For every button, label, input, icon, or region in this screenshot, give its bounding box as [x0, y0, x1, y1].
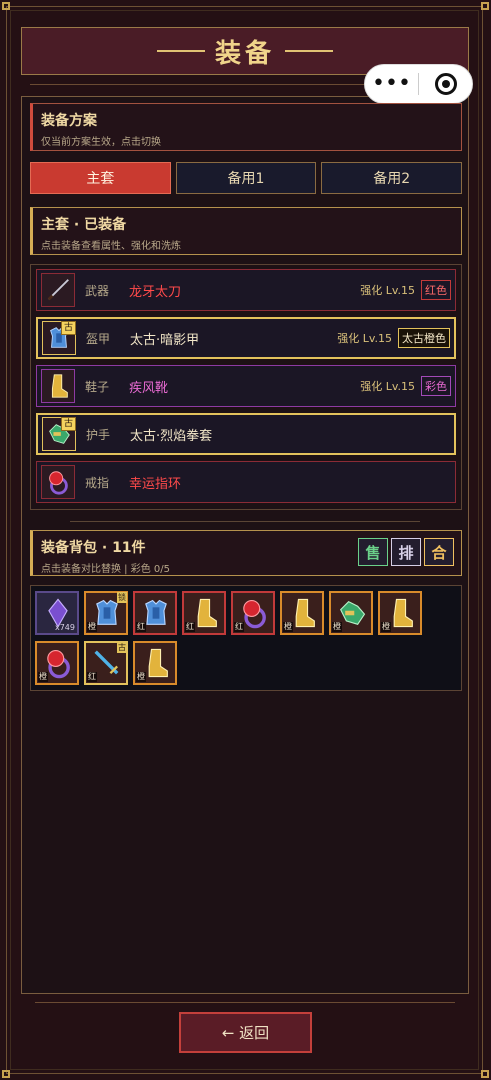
ellipsis-icon[interactable]: •••	[365, 73, 418, 95]
corner-ornament	[481, 2, 489, 10]
scheme-subtitle: 仅当前方案生效，点击切换	[41, 137, 161, 148]
tab-main-set[interactable]: 主套	[30, 162, 171, 194]
equip-row-4[interactable]: 戒指 幸运指环	[36, 461, 456, 503]
bag-item-6[interactable]: 橙	[329, 591, 373, 635]
tab-backup-1[interactable]: 备用1	[175, 162, 317, 194]
quality-label: 橙	[136, 672, 146, 682]
section-divider	[70, 521, 420, 522]
bag-item-2[interactable]: 红	[133, 591, 177, 635]
equipped-list: 武器 龙牙太刀 强化 Lv.15 红色古盔甲 太古·暗影甲 强化 Lv.15 太古橙色 鞋子疾…	[30, 264, 462, 510]
quality-label: 红	[234, 622, 244, 632]
ancient-badge: 古	[117, 642, 127, 653]
page-title: 装备	[214, 38, 275, 69]
quality-tag: 彩色	[421, 376, 451, 396]
equip-row-3[interactable]: 古护手 太古·烈焰拳套	[36, 413, 456, 455]
bag-item-4[interactable]: 红	[231, 591, 275, 635]
quality-tag: 红色	[421, 280, 451, 300]
ancient-badge: 古	[60, 417, 76, 431]
quality-label: 红	[87, 672, 97, 682]
lock-badge: 锁	[117, 592, 127, 603]
target-circle-icon[interactable]	[419, 73, 472, 95]
bag-item-7[interactable]: 橙	[378, 591, 422, 635]
equip-row-1[interactable]: 古盔甲 太古·暗影甲 强化 Lv.15 太古橙色	[36, 317, 456, 359]
boots-icon	[41, 369, 75, 403]
item-count: x749	[54, 623, 75, 632]
tab-backup-2[interactable]: 备用2	[321, 162, 463, 194]
bag-item-5[interactable]: 橙	[280, 591, 324, 635]
quality-label: 红	[136, 622, 146, 632]
equipped-title: 主套 · 已装备	[41, 217, 127, 233]
back-button[interactable]: ← 返回	[179, 1012, 312, 1053]
target-ring	[434, 73, 457, 95]
equipped-section: 主套 · 已装备 点击装备查看属性、强化和洗炼	[30, 207, 462, 255]
enhance-level: 强化 Lv.15	[360, 380, 415, 393]
equipped-subtitle: 点击装备查看属性、强化和洗炼	[41, 241, 181, 252]
equip-slot-label: 戒指	[85, 475, 110, 490]
sword-icon	[41, 273, 75, 307]
equip-name: 太古·烈焰拳套	[130, 428, 213, 444]
gauntlet-icon: 古	[42, 417, 76, 451]
bag-item-1[interactable]: 橙锁	[84, 591, 128, 635]
armor-icon: 古	[42, 321, 76, 355]
bag-item-8[interactable]: 橙	[35, 641, 79, 685]
scheme-tabs: 主套 备用1 备用2	[30, 162, 463, 198]
title-line-left	[156, 50, 205, 52]
title-line-right	[285, 50, 333, 52]
equip-name: 疾风靴	[129, 380, 169, 396]
enhance-level: 强化 Lv.15	[360, 284, 415, 297]
quality-label: 橙	[332, 622, 342, 632]
equip-name: 龙牙太刀	[129, 284, 182, 300]
scheme-section: 装备方案 仅当前方案生效，点击切换	[30, 103, 462, 151]
equip-slot-label: 武器	[85, 283, 110, 298]
bag-item-10[interactable]: 橙	[133, 641, 177, 685]
target-dot	[441, 80, 450, 88]
quality-label: 橙	[283, 622, 293, 632]
ring-icon	[41, 465, 75, 499]
equip-row-2[interactable]: 鞋子 疾风靴 强化 Lv.15 彩色	[36, 365, 456, 407]
quality-label: 橙	[87, 622, 97, 632]
quality-label: 红	[185, 622, 195, 632]
bag-item-9[interactable]: 红古	[84, 641, 128, 685]
sell-button[interactable]: 售	[358, 538, 388, 566]
footer-divider	[35, 1002, 455, 1003]
quality-label: 橙	[381, 622, 391, 632]
equip-row-0[interactable]: 武器 龙牙太刀 强化 Lv.15 红色	[36, 269, 456, 311]
corner-ornament	[2, 2, 10, 10]
scheme-title: 装备方案	[41, 113, 97, 129]
bag-grid: x749 橙锁红红红橙橙橙橙红古橙	[30, 585, 462, 691]
equip-name: 太古·暗影甲	[130, 332, 200, 348]
equip-slot-label: 护手	[86, 427, 111, 442]
quality-tag: 太古橙色	[398, 328, 450, 348]
corner-ornament	[481, 1070, 489, 1078]
bag-item-3[interactable]: 红	[182, 591, 226, 635]
bag-item-0[interactable]: x749	[35, 591, 79, 635]
merge-button[interactable]: 合	[424, 538, 454, 566]
quality-label: 橙	[38, 672, 48, 682]
enhance-level: 强化 Lv.15	[337, 332, 392, 345]
equip-slot-label: 鞋子	[85, 379, 110, 394]
corner-ornament	[2, 1070, 10, 1078]
equip-name: 幸运指环	[129, 476, 182, 492]
ancient-badge: 古	[60, 321, 76, 335]
sort-button[interactable]: 排	[391, 538, 421, 566]
equip-slot-label: 盔甲	[86, 331, 111, 346]
mini-program-capsule: •••	[364, 64, 473, 104]
